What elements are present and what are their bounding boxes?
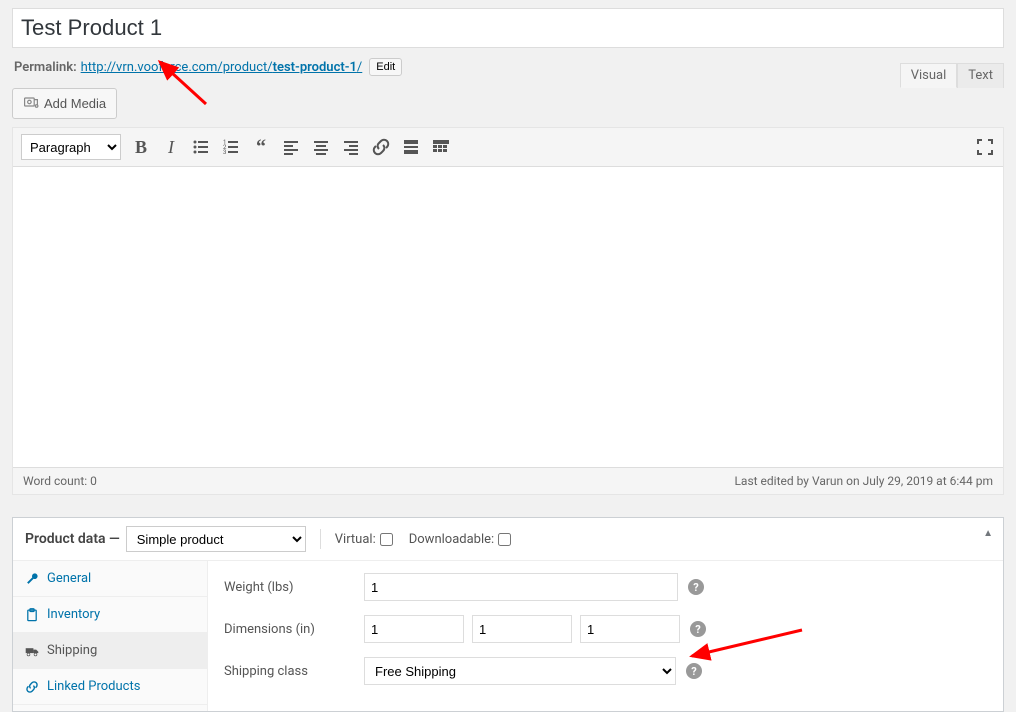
collapse-toggle-icon[interactable]: ▲ [983, 528, 993, 539]
word-count: Word count: 0 [23, 474, 97, 488]
editor-status-bar: Word count: 0 Last edited by Varun on Ju… [13, 467, 1003, 494]
svg-text:?: ? [693, 581, 699, 594]
weight-input[interactable] [364, 573, 678, 601]
read-more-button[interactable] [401, 137, 421, 157]
separator [320, 529, 321, 549]
tab-general[interactable]: General [13, 561, 207, 597]
toolbar-toggle-button[interactable] [431, 137, 451, 157]
downloadable-checkbox[interactable] [498, 533, 511, 546]
dimensions-label: Dimensions (in) [224, 622, 364, 637]
blockquote-button[interactable]: “ [251, 137, 271, 157]
svg-text:?: ? [695, 623, 701, 636]
weight-row: Weight (lbs) ? [224, 573, 987, 601]
product-data-header: Product data — Simple product Virtual: D… [13, 518, 1003, 561]
product-type-select[interactable]: Simple product [126, 526, 306, 552]
clipboard-icon [25, 608, 39, 622]
align-center-button[interactable] [311, 137, 331, 157]
insert-link-button[interactable] [371, 137, 391, 157]
shipping-class-row: Shipping class Free Shipping ? [224, 657, 987, 685]
tab-shipping[interactable]: Shipping [13, 633, 207, 669]
svg-text:?: ? [691, 665, 697, 678]
fullscreen-button[interactable] [975, 137, 995, 157]
dimension-height-input[interactable] [580, 615, 680, 643]
add-media-label: Add Media [44, 96, 106, 111]
format-select[interactable]: Paragraph [21, 134, 121, 160]
truck-icon [25, 644, 39, 658]
help-icon[interactable]: ? [688, 579, 704, 595]
numbered-list-button[interactable]: 123 [221, 137, 241, 157]
editor-content-area[interactable] [13, 167, 1003, 467]
svg-text:3: 3 [223, 149, 226, 156]
shipping-class-label: Shipping class [224, 664, 364, 679]
content-editor: Paragraph B I 123 “ [12, 127, 1004, 495]
tab-linked-products[interactable]: Linked Products [13, 669, 207, 705]
product-data-title: Product data — [25, 531, 120, 547]
product-data-metabox: Product data — Simple product Virtual: D… [12, 517, 1004, 712]
italic-button[interactable]: I [161, 137, 181, 157]
permalink-trail: / [357, 60, 362, 75]
help-icon[interactable]: ? [690, 621, 706, 637]
permalink-label: Permalink: [14, 60, 77, 75]
dimensions-row: Dimensions (in) ? [224, 615, 987, 643]
tab-visual[interactable]: Visual [900, 63, 958, 88]
wrench-icon [25, 572, 39, 586]
dimension-length-input[interactable] [364, 615, 464, 643]
downloadable-label: Downloadable: [409, 532, 511, 547]
align-left-button[interactable] [281, 137, 301, 157]
help-icon[interactable]: ? [686, 663, 702, 679]
bullet-list-button[interactable] [191, 137, 211, 157]
permalink-link[interactable]: http://vrn.vooforce.com/product/test-pro… [81, 60, 363, 75]
virtual-label: Virtual: [335, 532, 393, 547]
post-title-input[interactable] [12, 8, 1004, 48]
virtual-checkbox[interactable] [380, 533, 393, 546]
editor-mode-tabs: Visual Text [900, 63, 1004, 88]
permalink-base: http://vrn.vooforce.com/product/ [81, 60, 273, 75]
last-edited: Last edited by Varun on July 29, 2019 at… [734, 474, 993, 488]
product-data-tabs: General Inventory Shipping Linked Produc… [13, 561, 208, 711]
add-media-button[interactable]: Add Media [12, 88, 117, 119]
link-icon [25, 680, 39, 694]
bold-button[interactable]: B [131, 137, 151, 157]
align-right-button[interactable] [341, 137, 361, 157]
weight-label: Weight (lbs) [224, 580, 364, 595]
permalink-row: Permalink: http://vrn.vooforce.com/produ… [12, 48, 1004, 88]
shipping-panel: Weight (lbs) ? Dimensions (in) ? Shippin… [208, 561, 1003, 711]
tab-inventory[interactable]: Inventory [13, 597, 207, 633]
permalink-slug: test-product-1 [273, 60, 357, 75]
dimension-width-input[interactable] [472, 615, 572, 643]
tab-text[interactable]: Text [957, 63, 1004, 88]
editor-toolbar: Paragraph B I 123 “ [13, 128, 1003, 167]
camera-music-icon [23, 94, 39, 113]
shipping-class-select[interactable]: Free Shipping [364, 657, 676, 685]
edit-permalink-button[interactable]: Edit [369, 58, 402, 76]
